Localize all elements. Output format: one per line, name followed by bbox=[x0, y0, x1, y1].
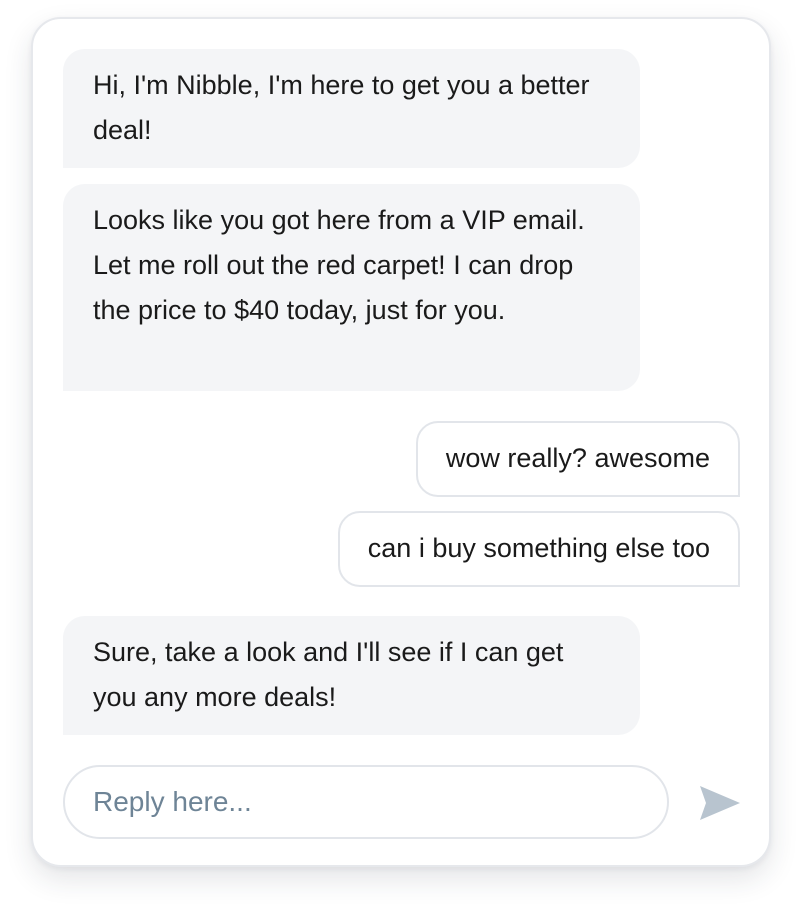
reply-input[interactable] bbox=[63, 765, 669, 839]
user-message: can i buy something else too bbox=[337, 511, 740, 587]
bot-message: Looks like you got here from a VIP email… bbox=[63, 184, 640, 391]
bot-message: Hi, I'm Nibble, I'm here to get you a be… bbox=[63, 49, 640, 168]
bot-message: Sure, take a look and I'll see if I can … bbox=[63, 616, 640, 735]
chat-window: Hi, I'm Nibble, I'm here to get you a be… bbox=[31, 17, 771, 867]
user-message: wow really? awesome bbox=[415, 421, 740, 497]
send-button[interactable] bbox=[698, 783, 742, 823]
send-icon bbox=[700, 786, 740, 820]
